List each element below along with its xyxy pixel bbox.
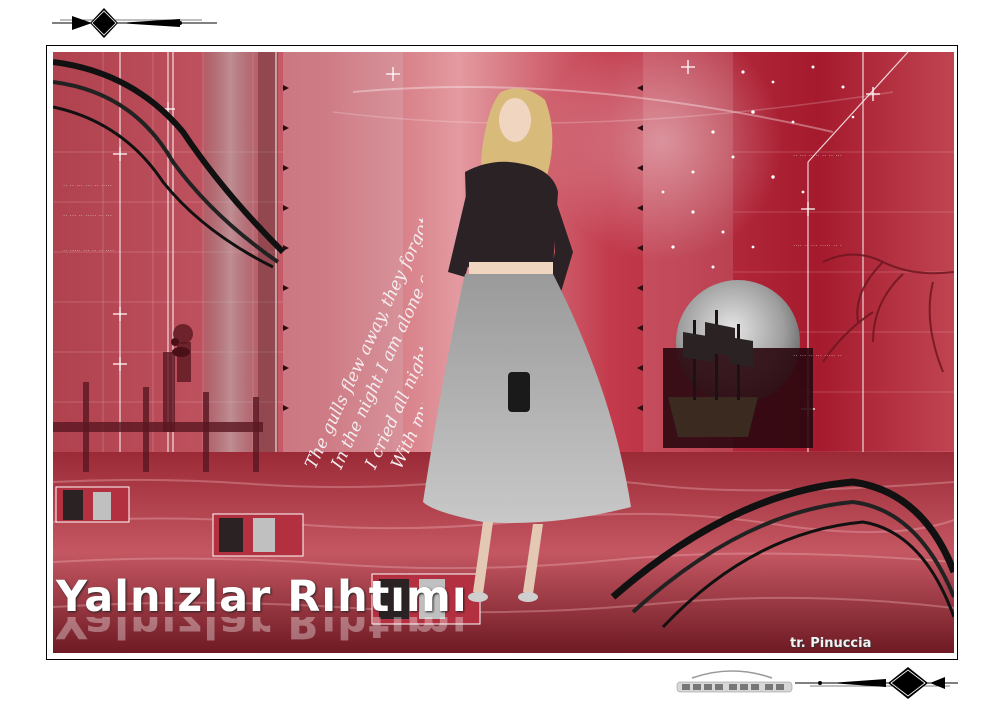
artwork: ·· ·· ··· ··· ·· ····· ·· ··· ·· ····· ·… — [53, 52, 954, 653]
faint-text: ·· ··· ·· ····· ·· ··· — [63, 212, 112, 220]
faint-text: ·· ····· ··· ·· ·· ···· — [63, 247, 115, 255]
poem: The gulls flew away, they forgot me In t… — [301, 104, 423, 473]
diamond-ornament-icon — [52, 8, 217, 38]
title-reflection: Yalnızlar Rıhtımı — [56, 617, 468, 647]
faint-text: ·· ·· ··· ··· ·· ····· — [63, 182, 112, 190]
faint-text: ···· ·· ··· ····· ·· · — [793, 242, 842, 250]
faint-text: ·· ··· ·· ··· ····· ·· — [793, 352, 842, 360]
title: Yalnızlar Rıhtımı — [56, 572, 468, 622]
watermark-logo — [676, 670, 793, 693]
credit-text: tr. Pinuccia — [790, 636, 872, 651]
faint-text: ·· ··· ····· ·· ·· ··· — [793, 152, 842, 160]
diamond-ornament-icon — [795, 667, 958, 699]
